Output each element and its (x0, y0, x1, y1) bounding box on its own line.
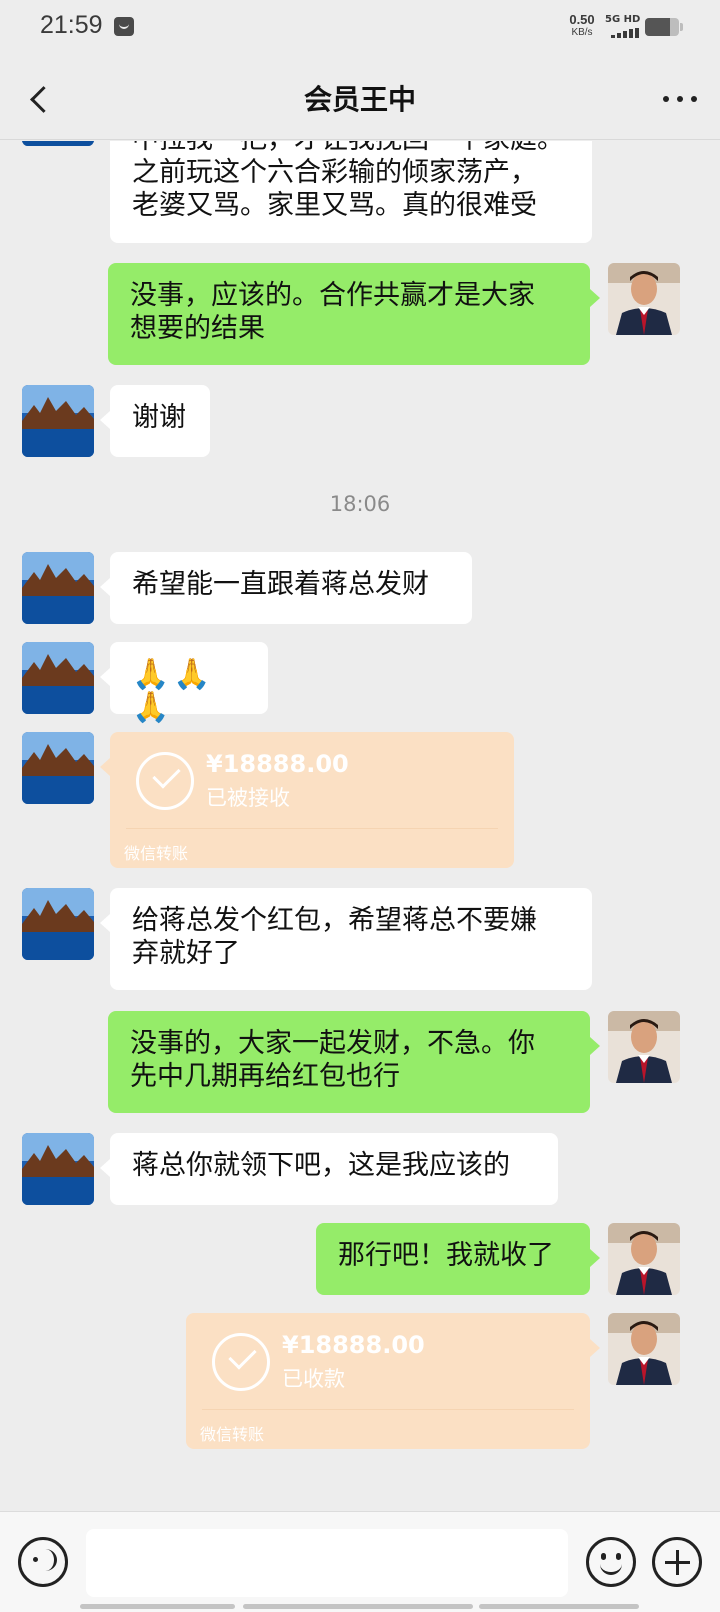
transfer-status: 已收款 (282, 1367, 345, 1391)
transfer-card[interactable]: ¥18888.00 已收款 微信转账 (186, 1313, 600, 1449)
network-speed-unit: KB/s (571, 27, 593, 38)
message-incoming: 蒋总你就领下吧，这是我应该的 (0, 1133, 720, 1207)
battery-icon (645, 18, 683, 36)
contact-avatar[interactable] (22, 141, 94, 146)
my-avatar[interactable] (608, 1223, 680, 1295)
status-time: 21:59 (40, 11, 103, 39)
chat-screen: 21:59 0.50 KB/s 5G HD 会员王中 之前玩这个六合彩输的倾家荡… (0, 0, 720, 1612)
check-circle-icon (136, 752, 194, 810)
message-line: 之前玩这个六合彩输的倾家荡产， (132, 157, 537, 188)
message-incoming: 谢谢 (0, 385, 720, 459)
network-type: 5G HD (605, 14, 641, 25)
message-timestamp: 18:06 (329, 492, 391, 516)
message-icon (114, 17, 134, 36)
my-avatar[interactable] (608, 1011, 680, 1083)
contact-avatar[interactable] (22, 888, 94, 960)
chat-title: 会员王中 (303, 83, 416, 116)
message-line: 给蒋总发个红包，希望蒋总不要嫌 (132, 905, 537, 936)
contact-avatar[interactable] (22, 1133, 94, 1205)
message-line: 中拉我一把，才让我挽回一个家庭。 (132, 141, 570, 156)
gesture-bar (243, 1604, 473, 1609)
message-list[interactable]: 中拉我一把，才让我挽回一个家庭。 之前玩这个六合彩输的倾家荡产， 老婆又骂。家里… (0, 141, 720, 1511)
message-line: 没事的，大家一起发财，不急。你 (130, 1028, 535, 1059)
message-line: 没事，应该的。合作共赢才是大家 (130, 280, 535, 311)
check-circle-icon (212, 1333, 270, 1391)
message-bubble[interactable]: 希望能一直跟着蒋总发财 (100, 552, 472, 624)
message-incoming: 🙏🙏🙏 (0, 642, 720, 724)
message-incoming: 给蒋总发个红包，希望蒋总不要嫌 弃就好了 (0, 888, 720, 992)
message-input[interactable] (86, 1529, 568, 1597)
message-line: 先中几期再给红包也行 (130, 1061, 400, 1092)
status-bar: 21:59 0.50 KB/s 5G HD (0, 0, 720, 56)
message-bubble[interactable]: 谢谢 (100, 385, 210, 457)
pray-emoji: 🙏🙏🙏 (132, 657, 215, 725)
my-avatar[interactable] (608, 263, 680, 335)
message-bubble[interactable]: 那行吧！我就收了 (316, 1223, 600, 1295)
message-line: 那行吧！我就收了 (338, 1240, 554, 1271)
transfer-amount: ¥18888.00 (206, 750, 349, 778)
message-incoming: ¥18888.00 已被接收 微信转账 (0, 732, 720, 870)
message-line: 谢谢 (132, 402, 186, 433)
contact-avatar[interactable] (22, 732, 94, 804)
message-line: 老婆又骂。家里又骂。真的很难受 (132, 190, 537, 221)
contact-avatar[interactable] (22, 642, 94, 714)
network-speed-value: 0.50 (569, 12, 595, 27)
my-avatar[interactable] (608, 1313, 680, 1385)
message-line: 想要的结果 (130, 313, 265, 344)
message-outgoing: 那行吧！我就收了 (0, 1223, 720, 1297)
message-line: 希望能一直跟着蒋总发财 (132, 569, 429, 600)
message-line: 蒋总你就领下吧，这是我应该的 (132, 1150, 510, 1181)
contact-avatar[interactable] (22, 385, 94, 457)
network-speed: 0.50 KB/s (564, 13, 600, 39)
signal-icon (611, 28, 641, 38)
gesture-bar (479, 1604, 639, 1609)
emoji-icon[interactable] (586, 1537, 636, 1587)
message-outgoing: ¥18888.00 已收款 微信转账 (0, 1313, 720, 1451)
contact-avatar[interactable] (22, 552, 94, 624)
nav-bar: 会员王中 (0, 56, 720, 140)
input-bar (0, 1511, 720, 1612)
message-bubble[interactable]: 🙏🙏🙏 (100, 642, 268, 724)
message-bubble[interactable]: 给蒋总发个红包，希望蒋总不要嫌 弃就好了 (100, 888, 592, 990)
gesture-bar (80, 1604, 235, 1609)
transfer-amount: ¥18888.00 (282, 1331, 425, 1359)
card-divider (202, 1409, 574, 1410)
message-bubble[interactable]: 没事，应该的。合作共赢才是大家 想要的结果 (108, 263, 600, 365)
message-outgoing: 没事，应该的。合作共赢才是大家 想要的结果 (0, 263, 720, 367)
message-bubble[interactable]: 没事的，大家一起发财，不急。你 先中几期再给红包也行 (108, 1011, 600, 1113)
card-divider (126, 828, 498, 829)
transfer-label: 微信转账 (124, 844, 189, 863)
more-dots-icon[interactable] (658, 78, 702, 118)
chevron-left-icon[interactable] (20, 76, 64, 120)
transfer-status: 已被接收 (206, 786, 290, 810)
message-bubble[interactable]: 蒋总你就领下吧，这是我应该的 (100, 1133, 558, 1205)
message-incoming: 中拉我一把，才让我挽回一个家庭。 之前玩这个六合彩输的倾家荡产， 老婆又骂。家里… (0, 141, 720, 245)
voice-icon[interactable] (18, 1537, 68, 1587)
message-bubble[interactable]: 中拉我一把，才让我挽回一个家庭。 之前玩这个六合彩输的倾家荡产， 老婆又骂。家里… (110, 141, 592, 243)
message-incoming: 希望能一直跟着蒋总发财 (0, 552, 720, 626)
transfer-card[interactable]: ¥18888.00 已被接收 微信转账 (100, 732, 514, 868)
message-line: 弃就好了 (132, 938, 240, 969)
message-outgoing: 没事的，大家一起发财，不急。你 先中几期再给红包也行 (0, 1011, 720, 1115)
transfer-label: 微信转账 (200, 1425, 265, 1444)
plus-icon[interactable] (652, 1537, 702, 1587)
